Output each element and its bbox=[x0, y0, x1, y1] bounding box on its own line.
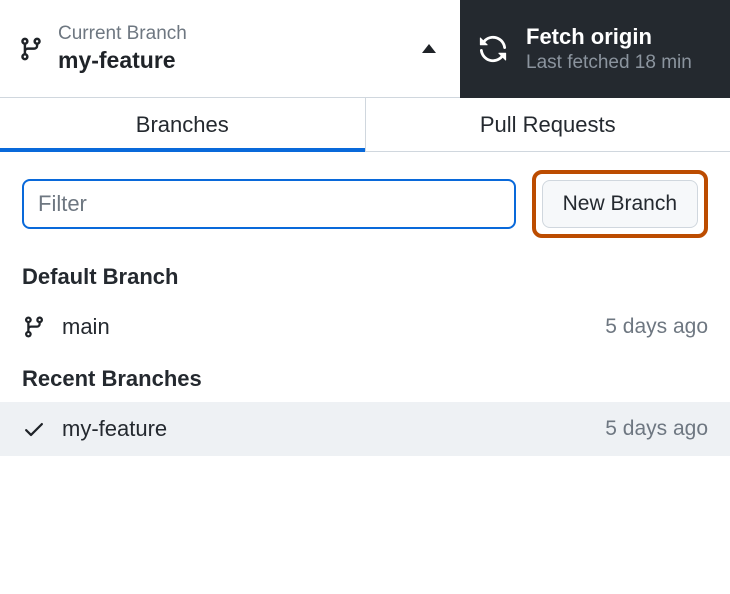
tab-pull-requests-label: Pull Requests bbox=[480, 112, 616, 138]
branch-time: 5 days ago bbox=[605, 417, 708, 441]
current-branch-label: Current Branch bbox=[58, 23, 422, 45]
tab-branches[interactable]: Branches bbox=[0, 98, 366, 151]
new-branch-button[interactable]: New Branch bbox=[542, 180, 698, 228]
default-branch-heading: Default Branch bbox=[0, 252, 730, 300]
branch-name: my-feature bbox=[62, 416, 605, 442]
caret-up-icon bbox=[422, 44, 436, 53]
branch-row-default[interactable]: main 5 days ago bbox=[0, 300, 730, 354]
git-branch-icon bbox=[18, 35, 44, 63]
current-branch-selector[interactable]: Current Branch my-feature bbox=[0, 0, 460, 98]
recent-branches-heading: Recent Branches bbox=[0, 354, 730, 402]
sync-icon bbox=[478, 34, 508, 64]
new-branch-highlight: New Branch bbox=[532, 170, 708, 238]
new-branch-label: New Branch bbox=[563, 192, 677, 215]
fetch-title: Fetch origin bbox=[526, 24, 692, 50]
branch-time: 5 days ago bbox=[605, 315, 708, 339]
tab-branches-label: Branches bbox=[136, 112, 229, 138]
tab-pull-requests[interactable]: Pull Requests bbox=[366, 98, 730, 151]
branch-name: main bbox=[62, 314, 605, 340]
fetch-subtitle: Last fetched 18 min bbox=[526, 52, 692, 74]
fetch-origin-button[interactable]: Fetch origin Last fetched 18 min bbox=[460, 0, 730, 98]
branch-row-recent[interactable]: my-feature 5 days ago bbox=[0, 402, 730, 456]
check-icon bbox=[22, 417, 52, 441]
filter-input[interactable] bbox=[22, 179, 516, 229]
git-branch-icon bbox=[22, 314, 52, 340]
current-branch-name: my-feature bbox=[58, 47, 422, 74]
